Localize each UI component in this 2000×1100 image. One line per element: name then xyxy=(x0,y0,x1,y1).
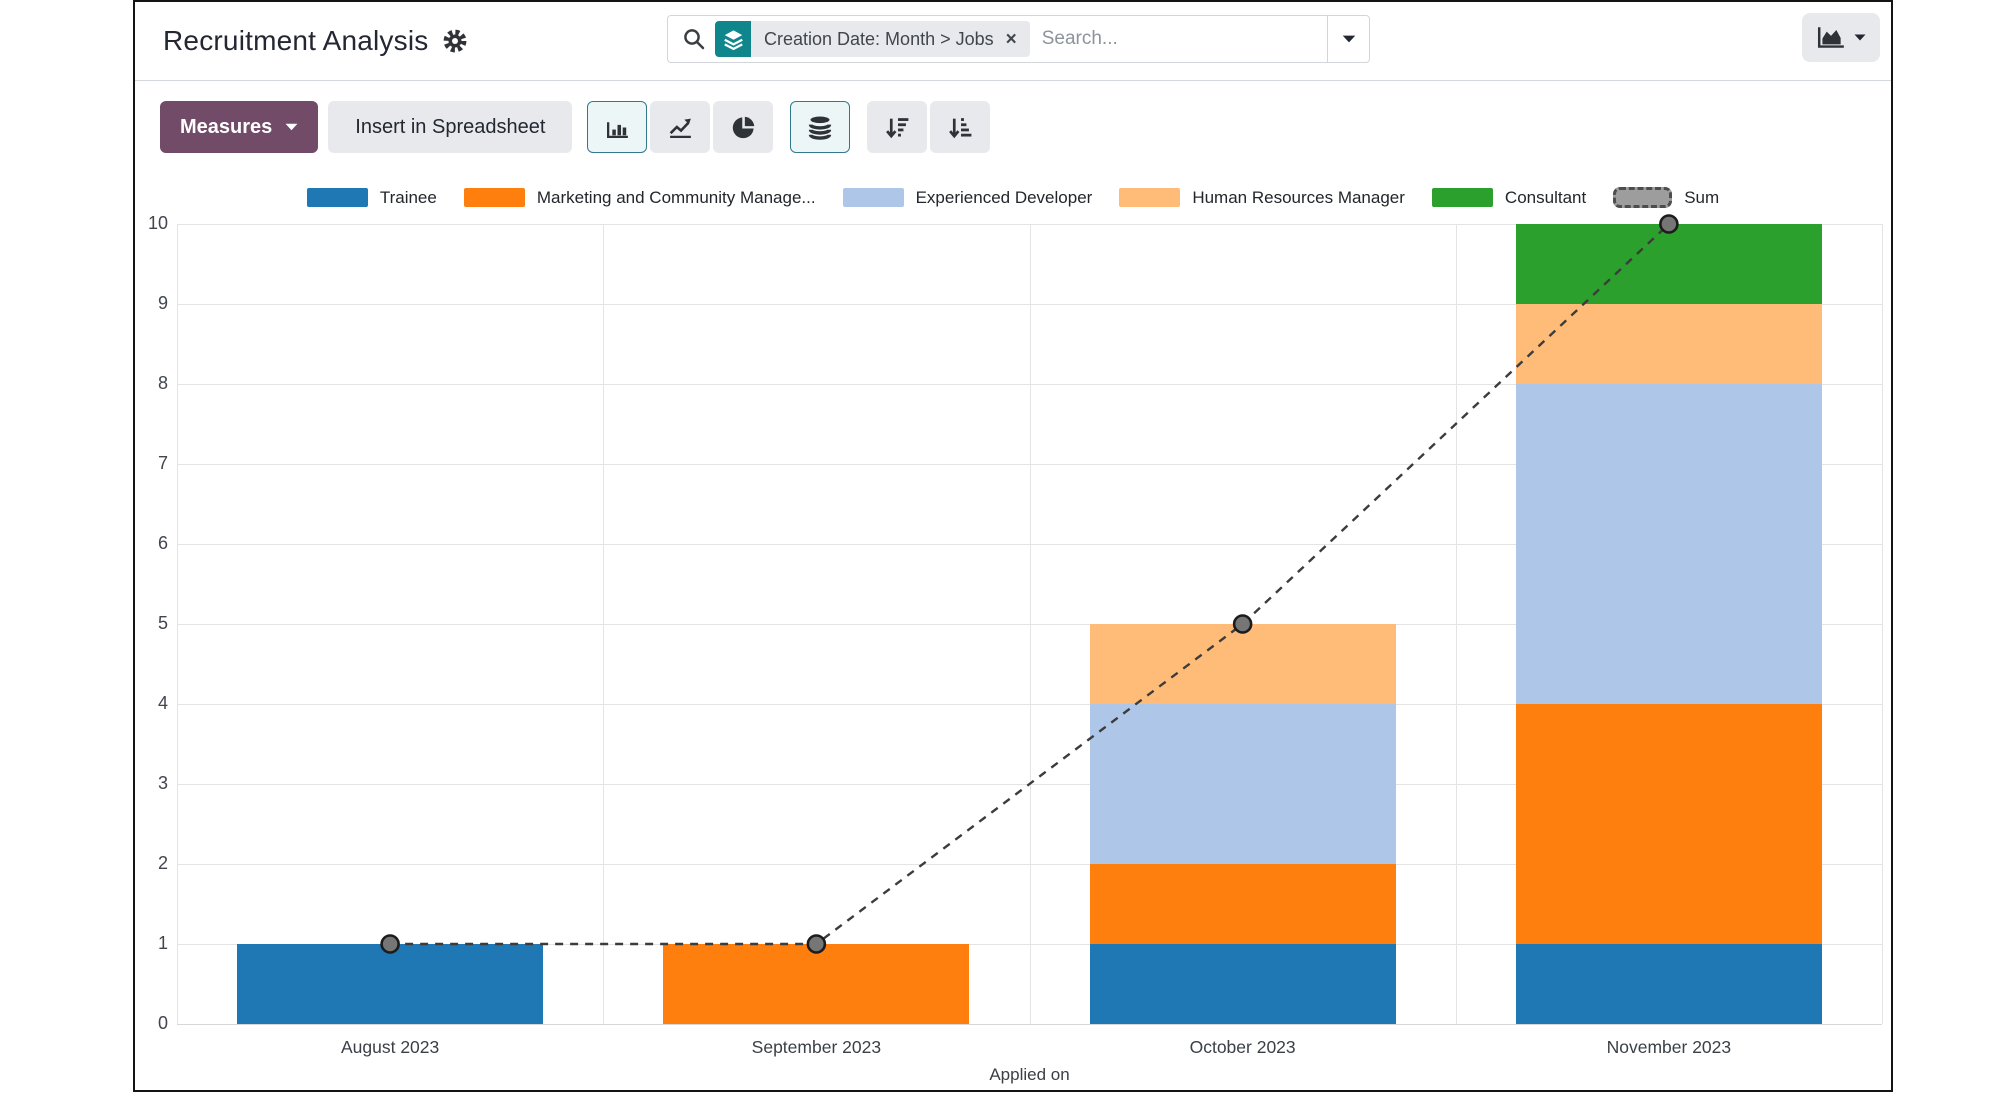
y-axis-tick-label: 10 xyxy=(135,213,168,234)
bar-segment[interactable] xyxy=(1090,704,1396,864)
x-axis-category-label: August 2023 xyxy=(177,1037,603,1058)
y-axis-tick-label: 4 xyxy=(135,693,168,714)
bar-segment[interactable] xyxy=(1516,224,1822,304)
gridline xyxy=(177,224,178,1024)
app-window: Recruitment Analysis xyxy=(133,0,1893,1092)
y-axis-tick-label: 9 xyxy=(135,293,168,314)
chart-area: Applied on 0 1 2 3 4 5 6 7 8 9 10 August 2023Septem… xyxy=(135,2,1891,1090)
y-axis-tick-label: 6 xyxy=(135,533,168,554)
bar-segment[interactable] xyxy=(1090,944,1396,1024)
y-axis-tick-label: 2 xyxy=(135,853,168,874)
y-axis-tick-label: 8 xyxy=(135,373,168,394)
bar-segment[interactable] xyxy=(1516,384,1822,704)
gridline xyxy=(1030,224,1031,1024)
gridline xyxy=(177,1024,1882,1025)
y-axis-tick-label: 1 xyxy=(135,933,168,954)
y-axis-tick-label: 0 xyxy=(135,1013,168,1034)
bar-segment[interactable] xyxy=(237,944,543,1024)
gridline xyxy=(603,224,604,1024)
bar-segment[interactable] xyxy=(1090,864,1396,944)
bar-segment[interactable] xyxy=(1516,304,1822,384)
bar-segment[interactable] xyxy=(1516,944,1822,1024)
x-axis-category-label: September 2023 xyxy=(603,1037,1029,1058)
x-axis-title: Applied on xyxy=(177,1065,1882,1085)
bar-segment[interactable] xyxy=(1090,624,1396,704)
y-axis-tick-label: 3 xyxy=(135,773,168,794)
gridline xyxy=(1882,224,1883,1024)
y-axis-tick-label: 7 xyxy=(135,453,168,474)
bar-segment[interactable] xyxy=(1516,704,1822,944)
x-axis-category-label: November 2023 xyxy=(1456,1037,1882,1058)
x-axis-category-label: October 2023 xyxy=(1030,1037,1456,1058)
y-axis-tick-label: 5 xyxy=(135,613,168,634)
gridline xyxy=(1456,224,1457,1024)
bar-segment[interactable] xyxy=(663,944,969,1024)
